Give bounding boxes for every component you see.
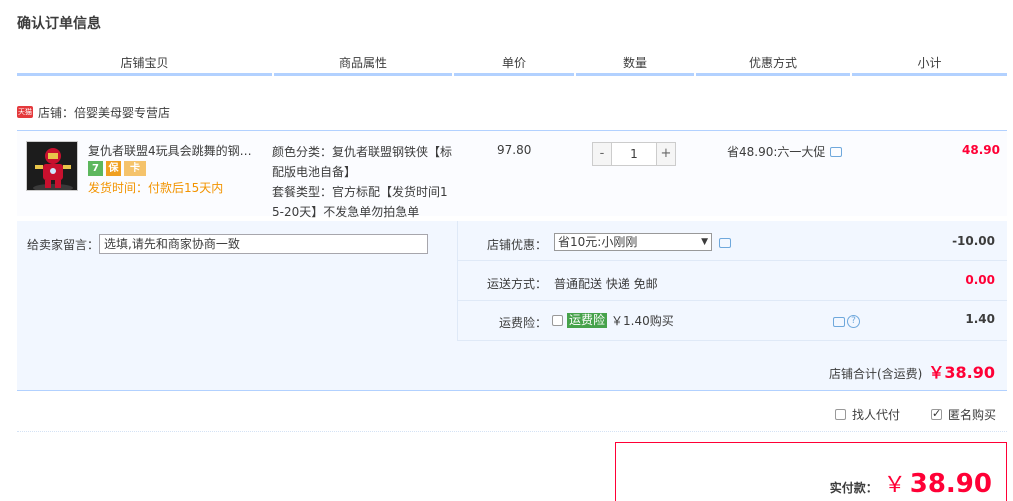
attr-line: 颜色分类：复仇者联盟钢铁侠【标 (272, 145, 453, 159)
attr-line: 5-20天】不发急单勿拍急单 (272, 205, 420, 219)
item-subtotal: 48.90 (962, 143, 1000, 157)
shipping-method: 普通配送 快递 免邮 (554, 277, 658, 291)
insurance-price: ￥1.40购买 (611, 314, 674, 328)
divider (457, 340, 1007, 341)
header-price: 单价 (454, 54, 574, 76)
shop-discount-select[interactable]: 省10元:小刚刚 ▼ (554, 233, 712, 251)
promo-info: 省48.90:六一大促 (727, 143, 843, 160)
proxy-pay-label: 找人代付 (852, 408, 901, 422)
shop-discount-label: 店铺优惠： (486, 238, 547, 252)
unit-price: 97.80 (497, 143, 532, 157)
insurance-tag: 运费险 (567, 313, 608, 328)
help-icon[interactable]: ? (847, 315, 860, 328)
currency-symbol: ￥ (883, 473, 906, 498)
seven-day-return-icon[interactable]: 7 (88, 161, 103, 176)
header-subtotal: 小计 (852, 54, 1007, 76)
product-badges: 7 保 卡 (88, 161, 146, 176)
shipping-amount: 0.00 (965, 273, 995, 287)
product-name[interactable]: 复仇者联盟4玩具会跳舞的钢铁侠 (88, 142, 263, 159)
divider (457, 221, 458, 341)
payment-label: 实付款： (829, 481, 878, 495)
shop-discount-selected: 省10元:小刚刚 (558, 235, 638, 249)
total-payment: 实付款： ￥ 38.90 (830, 467, 992, 499)
header-quantity: 数量 (576, 54, 694, 76)
quantity-decrease-button[interactable]: - (592, 142, 612, 166)
credit-card-icon[interactable]: 卡 (124, 161, 146, 176)
quantity-input[interactable]: 1 (612, 142, 656, 166)
chat-icon[interactable] (830, 146, 843, 157)
tmall-icon: 天猫 (17, 106, 33, 118)
header-discount: 优惠方式 (696, 54, 850, 76)
shop-name[interactable]: 店铺：倍婴美母婴专营店 (38, 104, 170, 121)
promo-text: 省48.90:六一大促 (727, 145, 826, 159)
divider (457, 260, 1007, 261)
message-label: 给卖家留言： (27, 238, 100, 252)
product-attributes: 颜色分类：复仇者联盟钢铁侠【标 配版电池自备】 套餐类型：官方标配【发货时间1 … (272, 142, 457, 222)
divider (457, 300, 1007, 301)
ship-time: 发货时间：付款后15天内 (88, 181, 224, 195)
payment-amount: 38.90 (909, 469, 992, 499)
shop-total: 店铺合计(含运费) ￥38.90 (829, 359, 995, 383)
chat-icon[interactable] (833, 317, 845, 327)
header-attributes: 商品属性 (274, 54, 452, 76)
quantity-stepper: - 1 + (592, 142, 676, 166)
header-shop-item: 店铺宝贝 (17, 54, 272, 76)
seller-message-input[interactable]: 选填,请先和商家协商一致 (99, 234, 428, 254)
product-thumbnail[interactable] (26, 141, 78, 191)
chevron-down-icon: ▼ (701, 237, 708, 247)
shop-total-label: 店铺合计(含运费) (829, 367, 923, 381)
order-extras: 给卖家留言： 选填,请先和商家协商一致 店铺优惠： 省10元:小刚刚 ▼ -10… (17, 221, 1007, 391)
insurance-option: 运费险 ￥1.40购买 (552, 312, 674, 329)
shop-total-value: ￥38.90 (928, 363, 995, 382)
insurance-label: 运费险： (498, 316, 547, 330)
order-options: 找人代付 匿名购买 (17, 398, 1007, 432)
anonymous-option[interactable]: 匿名购买 (931, 406, 996, 423)
anonymous-checkbox[interactable] (931, 407, 942, 420)
attr-line: 配版电池自备】 (272, 165, 357, 179)
proxy-pay-checkbox[interactable] (835, 409, 846, 420)
payment-summary: 实付款： ￥ 38.90 (615, 442, 1007, 501)
order-item: 复仇者联盟4玩具会跳舞的钢铁侠 7 保 卡 发货时间：付款后15天内 颜色分类：… (17, 130, 1007, 219)
shop-row: 天猫 店铺：倍婴美母婴专营店 (17, 103, 170, 121)
quantity-increase-button[interactable]: + (656, 142, 676, 166)
proxy-pay-option[interactable]: 找人代付 (835, 406, 900, 423)
order-table-header: 店铺宝贝 商品属性 单价 数量 优惠方式 小计 (17, 54, 1007, 76)
shipping-label: 运送方式： (486, 277, 547, 291)
page-title: 确认订单信息 (17, 16, 101, 32)
chat-icon[interactable] (719, 238, 731, 248)
anonymous-label: 匿名购买 (948, 408, 997, 422)
attr-line: 套餐类型：官方标配【发货时间1 (272, 185, 448, 199)
insurance-checkbox[interactable] (552, 315, 563, 326)
guarantee-icon[interactable]: 保 (106, 161, 121, 176)
shop-discount-amount: -10.00 (952, 234, 995, 248)
insurance-amount: 1.40 (965, 312, 995, 326)
